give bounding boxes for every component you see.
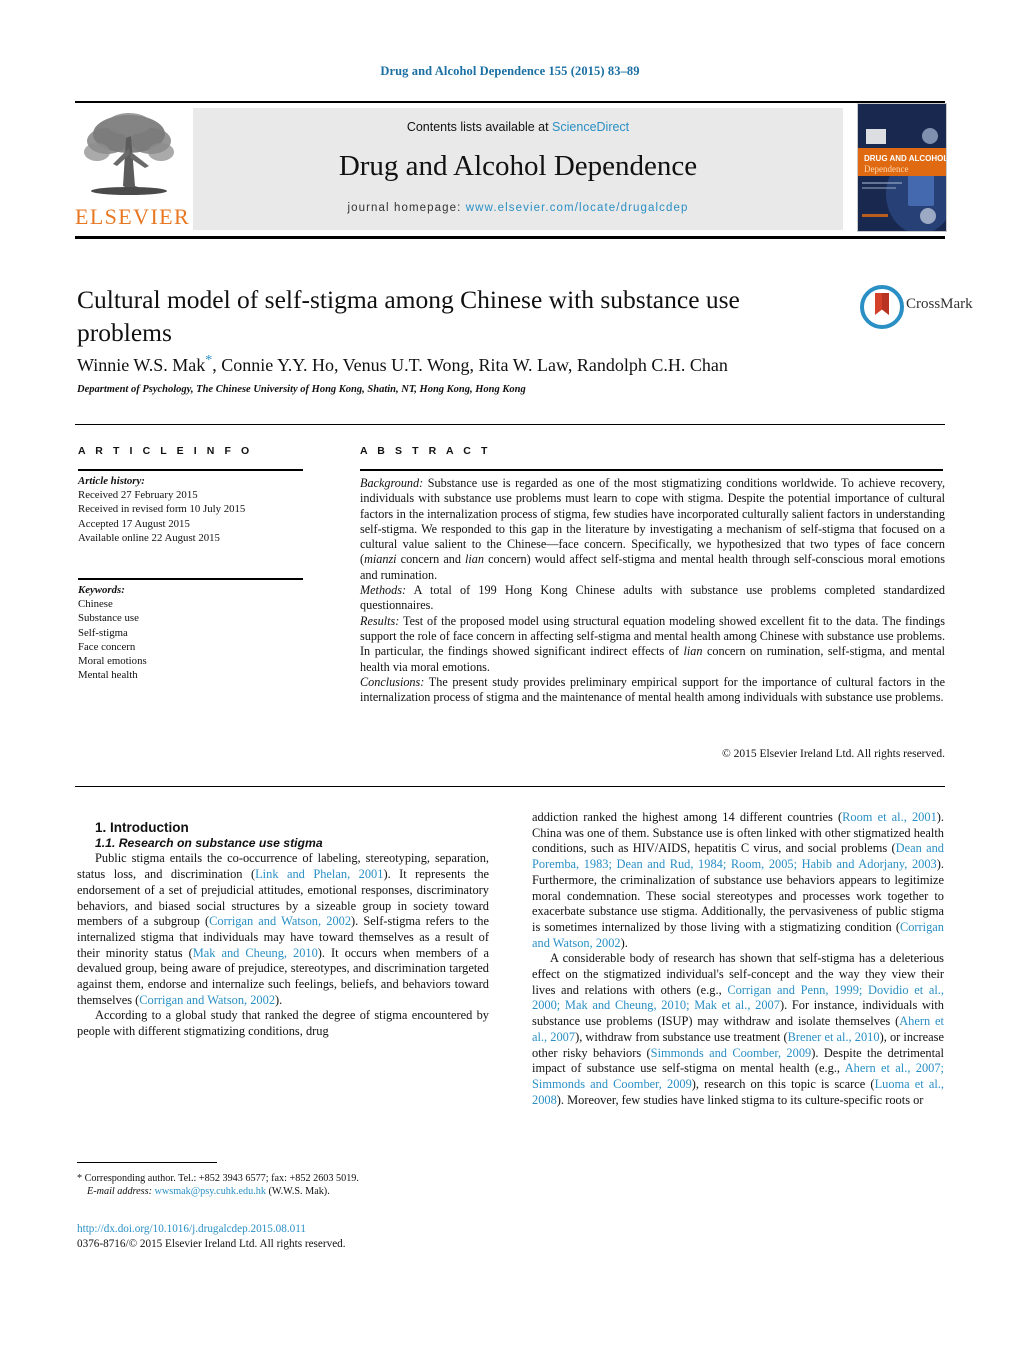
- history-item: Available online 22 August 2015: [78, 531, 220, 544]
- journal-homepage-line: journal homepage: www.elsevier.com/locat…: [193, 202, 843, 214]
- info-section-top-rule: [75, 424, 945, 425]
- citation-link[interactable]: Mak and Cheung, 2010: [193, 946, 318, 960]
- sciencedirect-link[interactable]: ScienceDirect: [552, 120, 629, 134]
- masthead-top-rule: [75, 101, 945, 103]
- crossmark-label: CrossMark: [906, 296, 973, 312]
- elsevier-wordmark: ELSEVIER: [75, 204, 191, 229]
- citation-link[interactable]: Corrigan and Watson, 2002: [139, 993, 275, 1007]
- journal-title: Drug and Alcohol Dependence: [338, 150, 698, 182]
- citation-link[interactable]: Brener et al., 2010: [788, 1030, 880, 1044]
- text-run: ).: [275, 992, 283, 1007]
- homepage-prefix: journal homepage:: [347, 202, 466, 214]
- running-head: Drug and Alcohol Dependence 155 (2015) 8…: [380, 64, 640, 78]
- svg-text:DRUG AND ALCOHOL: DRUG AND ALCOHOL: [864, 154, 946, 163]
- text-run: ). Moreover, few studies have linked sti…: [556, 1092, 924, 1107]
- doi-link[interactable]: http://dx.doi.org/10.1016/j.drugalcdep.2…: [77, 1222, 507, 1237]
- abstract-background-label: Background:: [360, 476, 424, 490]
- svg-text:Dependence: Dependence: [864, 164, 908, 174]
- history-item: Received 27 February 2015: [78, 489, 198, 502]
- subsection-heading-research-on-substance-use-stigma: 1.1. Research on substance use stigma: [95, 835, 323, 850]
- abstract-term-lian: lian: [465, 552, 484, 567]
- abstract-methods: Methods: A total of 199 Hong Kong Chines…: [360, 583, 945, 614]
- keywords-rule: [78, 578, 303, 580]
- keyword-item: Face concern: [78, 640, 136, 653]
- article-info-heading: A R T I C L E I N F O: [78, 445, 253, 457]
- body-column-right: addiction ranked the highest among 14 di…: [532, 810, 944, 1108]
- abstract-conclusions-label: Conclusions:: [360, 674, 425, 689]
- footnote-corresponding-author: * Corresponding author. Tel.: +852 3943 …: [77, 1172, 492, 1199]
- keyword-item: Mental health: [78, 669, 138, 682]
- email-suffix: (W.W.S. Mak).: [265, 1186, 330, 1198]
- abstract-rule: [360, 469, 943, 471]
- citation-link[interactable]: Simmonds and Coomber, 2009: [651, 1046, 812, 1060]
- abstract-copyright: © 2015 Elsevier Ireland Ltd. All rights …: [721, 748, 945, 760]
- citation-link[interactable]: Link and Phelan, 2001: [255, 867, 383, 881]
- text-run: ), research on this topic is scarce (: [691, 1076, 875, 1091]
- contents-available-line: Contents lists available at ScienceDirec…: [193, 120, 843, 134]
- paragraph: Public stigma entails the co-occurrence …: [77, 851, 489, 1008]
- history-item: Accepted 17 August 2015: [78, 517, 190, 530]
- journal-homepage-link[interactable]: www.elsevier.com/locate/drugalcdep: [466, 202, 689, 214]
- abstract-body: Background: Substance use is regarded as…: [360, 476, 945, 705]
- abstract-results-label: Results:: [360, 613, 400, 628]
- paper-page: Drug and Alcohol Dependence 155 (2015) 8…: [0, 0, 1020, 1351]
- abstract-conclusions-text: The present study provides preliminary e…: [360, 674, 945, 705]
- elsevier-tree-icon: [79, 108, 179, 204]
- author-names-part2: , Connie Y.Y. Ho, Venus U.T. Wong, Rita …: [212, 355, 728, 375]
- keyword-item: Substance use: [78, 612, 139, 625]
- article-history-label: Article history:: [78, 475, 145, 487]
- text-run: ), withdraw from substance use treatment…: [575, 1029, 788, 1044]
- author-names-part1: Winnie W.S. Mak: [77, 355, 206, 375]
- text-run: ).: [620, 935, 628, 950]
- abstract-background-mid: concern and: [396, 552, 466, 567]
- journal-cover-thumbnail: DRUG AND ALCOHOL Dependence: [857, 103, 947, 232]
- abstract-methods-text: A total of 199 Hong Kong Chinese adults …: [360, 583, 945, 613]
- affiliation: Department of Psychology, The Chinese Un…: [77, 384, 526, 395]
- abstract-conclusions: Conclusions: The present study provides …: [360, 675, 945, 706]
- keyword-item: Chinese: [78, 598, 113, 611]
- text-run: According to a global study that ranked …: [77, 1008, 489, 1039]
- contents-prefix: Contents lists available at: [406, 120, 553, 134]
- body-column-left: 1. Introduction 1.1. Research on substan…: [77, 820, 489, 1040]
- abstract-background: Background: Substance use is regarded as…: [360, 476, 945, 583]
- issn-copyright-line: 0376-8716/© 2015 Elsevier Ireland Ltd. A…: [77, 1237, 346, 1250]
- keywords-block: Keywords: Chinese Substance use Self-sti…: [78, 583, 308, 682]
- text-run: addiction ranked the highest among 14 di…: [532, 810, 843, 824]
- journal-masthead: Contents lists available at ScienceDirec…: [193, 108, 843, 230]
- keyword-item: Self-stigma: [78, 626, 128, 639]
- crossmark-badge[interactable]: CrossMark: [860, 283, 973, 331]
- masthead-bottom-rule: [75, 236, 945, 239]
- footnote-rule: [77, 1162, 217, 1163]
- elsevier-logo: ELSEVIER: [75, 108, 191, 230]
- section-heading-introduction: 1. Introduction: [95, 820, 189, 835]
- author-list: Winnie W.S. Mak*, Connie Y.Y. Ho, Venus …: [77, 353, 857, 376]
- keywords-label: Keywords:: [78, 584, 125, 596]
- paragraph: According to a global study that ranked …: [77, 1008, 489, 1039]
- keyword-item: Moral emotions: [78, 655, 147, 668]
- history-item: Received in revised form 10 July 2015: [78, 503, 246, 516]
- abstract-results: Results: Test of the proposed model usin…: [360, 614, 945, 675]
- crossmark-icon: [860, 285, 904, 329]
- abstract-methods-label: Methods:: [360, 583, 407, 598]
- doi-block: http://dx.doi.org/10.1016/j.drugalcdep.2…: [77, 1222, 507, 1251]
- paragraph: addiction ranked the highest among 14 di…: [532, 810, 944, 951]
- citation-link[interactable]: Room et al., 2001: [842, 810, 937, 824]
- citation-link[interactable]: Corrigan and Watson, 2002: [209, 914, 351, 928]
- footnote-text: Corresponding author. Tel.: +852 3943 65…: [82, 1173, 359, 1184]
- paragraph: A considerable body of research has show…: [532, 951, 944, 1108]
- abstract-term-mianzi: mianzi: [364, 552, 397, 567]
- abstract-heading: A B S T R A C T: [360, 445, 491, 457]
- email-label: E-mail address:: [87, 1186, 152, 1198]
- abstract-results-term-lian: lian: [683, 644, 703, 659]
- page-title: Cultural model of self-stigma among Chin…: [77, 285, 740, 347]
- info-rule: [78, 469, 303, 471]
- article-history-block: Article history: Received 27 February 20…: [78, 474, 308, 545]
- info-section-bottom-rule: [75, 786, 945, 787]
- email-link[interactable]: wwsmak@psy.cuhk.edu.hk: [155, 1186, 266, 1197]
